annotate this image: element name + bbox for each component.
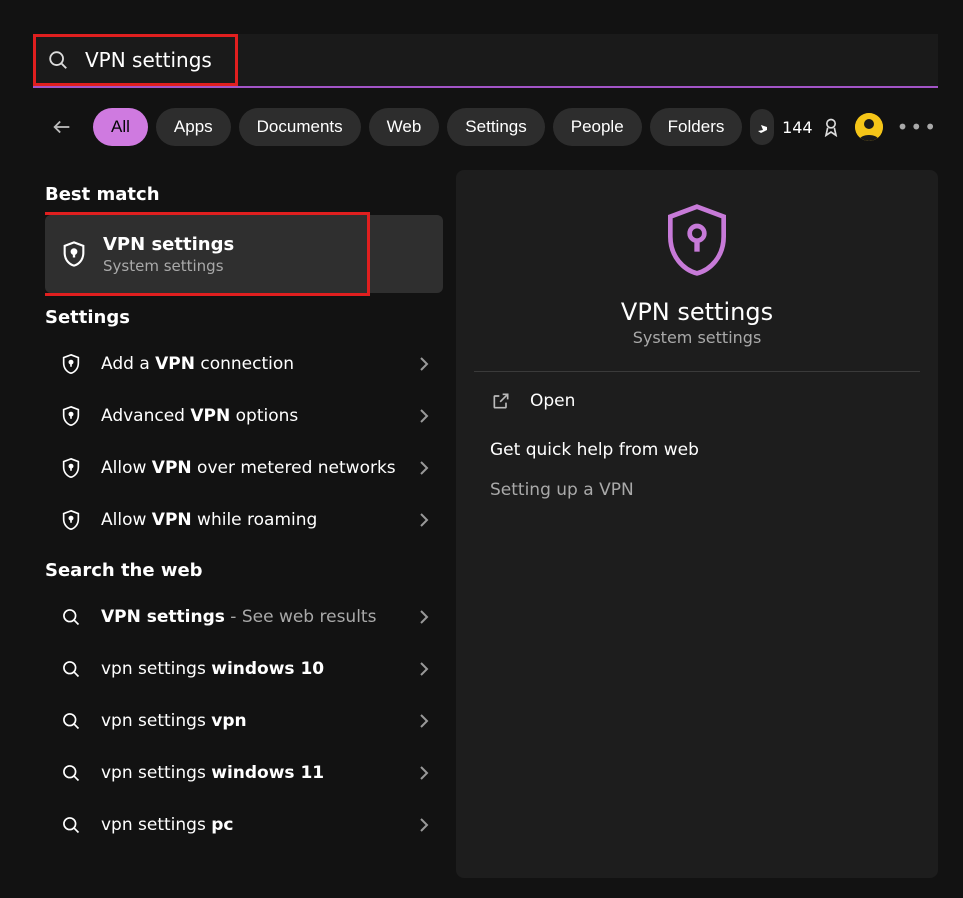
points-value: 144 (782, 118, 813, 137)
result-text: vpn settings windows 11 (101, 763, 419, 783)
filter-folders[interactable]: Folders (650, 108, 743, 146)
settings-result-2[interactable]: Allow VPN over metered networks (45, 442, 443, 494)
open-icon (490, 390, 512, 412)
section-best-match: Best match (45, 184, 443, 205)
section-web: Search the web (45, 560, 443, 581)
web-help-heading: Get quick help from web (456, 430, 938, 470)
filter-apps[interactable]: Apps (156, 108, 231, 146)
chevron-right-icon (419, 766, 429, 780)
shield-icon (59, 239, 89, 269)
search-bar[interactable] (33, 34, 938, 88)
settings-result-1[interactable]: Advanced VPN options (45, 390, 443, 442)
filter-web[interactable]: Web (369, 108, 440, 146)
preview-panel: VPN settings System settings Open Get qu… (456, 170, 938, 878)
chevron-right-icon (419, 714, 429, 728)
open-label: Open (530, 391, 575, 411)
result-text: Advanced VPN options (101, 406, 419, 426)
chevron-right-icon (419, 662, 429, 676)
section-settings: Settings (45, 307, 443, 328)
chevron-right-icon (419, 610, 429, 624)
bing-button[interactable] (750, 109, 774, 145)
search-icon (59, 761, 83, 785)
rewards-points[interactable]: 144 (782, 117, 841, 137)
result-text: Add a VPN connection (101, 354, 419, 374)
start-search-window: All Apps Documents Web Settings People F… (0, 0, 963, 898)
user-avatar[interactable] (855, 113, 883, 141)
shield-icon (59, 352, 83, 376)
best-match-title: VPN settings (103, 234, 234, 255)
chevron-right-icon (419, 409, 429, 423)
shield-large-icon (657, 200, 737, 280)
web-result-1[interactable]: vpn settings windows 10 (45, 643, 443, 695)
result-text: vpn settings vpn (101, 711, 419, 731)
result-text: VPN settings - See web results (101, 607, 419, 627)
preview-subtitle: System settings (633, 328, 762, 347)
result-text: Allow VPN while roaming (101, 510, 419, 530)
shield-icon (59, 456, 83, 480)
search-icon (59, 813, 83, 837)
search-icon (59, 657, 83, 681)
result-text: vpn settings windows 10 (101, 659, 419, 679)
preview-title: VPN settings (621, 298, 773, 326)
filter-all[interactable]: All (93, 108, 148, 146)
medal-icon (821, 117, 841, 137)
shield-icon (59, 404, 83, 428)
search-icon (59, 605, 83, 629)
settings-result-0[interactable]: Add a VPN connection (45, 338, 443, 390)
chevron-right-icon (419, 513, 429, 527)
filter-row: All Apps Documents Web Settings People F… (45, 102, 938, 152)
filter-settings[interactable]: Settings (447, 108, 544, 146)
web-result-3[interactable]: vpn settings windows 11 (45, 747, 443, 799)
web-result-0[interactable]: VPN settings - See web results (45, 591, 443, 643)
web-result-2[interactable]: vpn settings vpn (45, 695, 443, 747)
more-button[interactable]: ••• (897, 115, 938, 139)
best-match-result[interactable]: VPN settings System settings (45, 215, 443, 293)
search-input[interactable] (83, 47, 938, 73)
chevron-right-icon (419, 818, 429, 832)
filter-documents[interactable]: Documents (239, 108, 361, 146)
result-text: vpn settings pc (101, 815, 419, 835)
chevron-right-icon (419, 461, 429, 475)
filter-people[interactable]: People (553, 108, 642, 146)
results-column: Best match VPN settings System settings … (45, 170, 443, 898)
settings-result-3[interactable]: Allow VPN while roaming (45, 494, 443, 546)
result-text: Allow VPN over metered networks (101, 458, 419, 478)
open-action[interactable]: Open (456, 372, 938, 430)
chevron-right-icon (419, 357, 429, 371)
web-help-link[interactable]: Setting up a VPN (456, 470, 938, 510)
web-result-4[interactable]: vpn settings pc (45, 799, 443, 851)
back-button[interactable] (45, 109, 79, 145)
search-icon (33, 49, 83, 71)
search-icon (59, 709, 83, 733)
shield-icon (59, 508, 83, 532)
best-match-subtitle: System settings (103, 257, 234, 275)
